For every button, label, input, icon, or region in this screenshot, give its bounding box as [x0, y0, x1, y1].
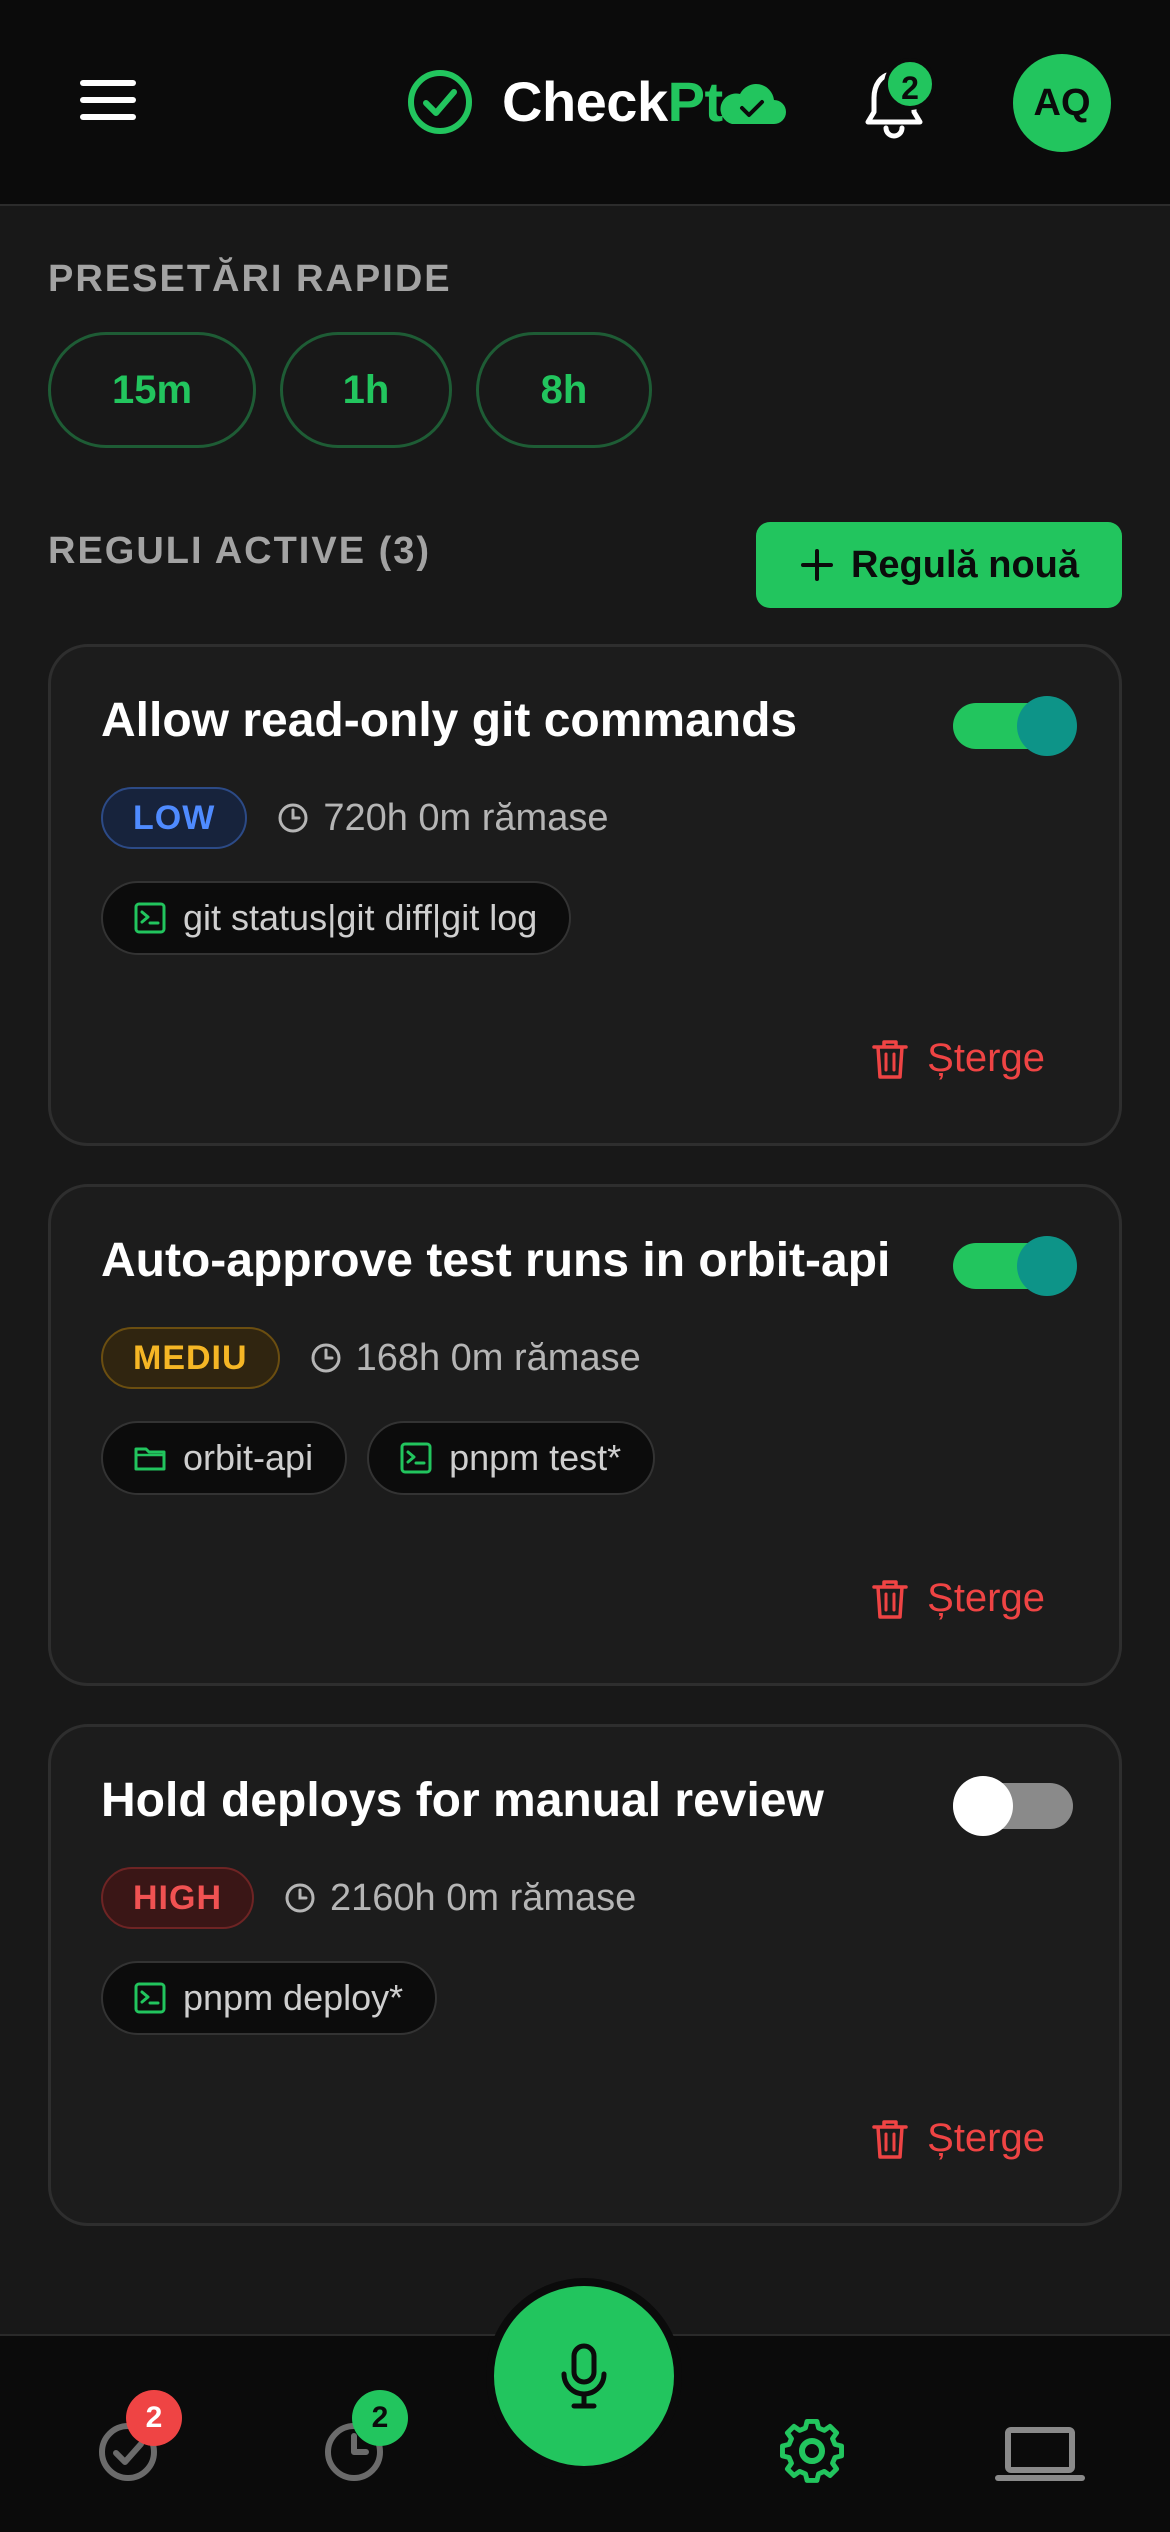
remaining-text: 168h 0m rămase: [355, 1336, 641, 1379]
rule-card: Auto-approve test runs in orbit-api MEDI…: [48, 1184, 1122, 1686]
chip-text: git status|git diff|git log: [183, 897, 538, 938]
rule-chips: pnpm deploy*: [101, 1961, 438, 2035]
delete-button[interactable]: Șterge: [871, 1576, 1045, 1621]
rule-chips: orbit-api pnpm test*: [101, 1421, 656, 1495]
delete-button[interactable]: Șterge: [871, 1036, 1045, 1081]
delete-label: Șterge: [927, 1576, 1045, 1620]
rule-toggle[interactable]: [953, 696, 1077, 756]
rule-card: Allow read-only git commands LOW 720h 0m…: [48, 644, 1122, 1146]
history-badge: 2: [352, 2390, 408, 2446]
nav-settings[interactable]: [762, 2396, 862, 2496]
rule-remaining: 720h 0m rămase: [277, 797, 608, 840]
rule-title: Allow read-only git commands: [101, 694, 798, 747]
chip-text: orbit-api: [183, 1437, 314, 1478]
app-screen: CheckPt 2 AQ PRESETĂRI RAPIDE 15m 1h 8h …: [0, 0, 1170, 2532]
rule-card: Hold deploys for manual review HIGH 2160…: [48, 1724, 1122, 2226]
terminal-icon: [134, 902, 166, 934]
preset-button-1h[interactable]: 1h: [280, 332, 452, 448]
logo-check-icon: [408, 70, 472, 134]
logo-text-accent: Pt: [667, 70, 724, 133]
folder-chip: orbit-api: [101, 1421, 348, 1495]
severity-badge: MEDIU: [101, 1327, 280, 1389]
new-rule-button[interactable]: Regulă nouă: [756, 522, 1122, 608]
trash-icon: [872, 2119, 908, 2159]
folder-icon: [134, 1447, 166, 1471]
settings-icon: [780, 2418, 844, 2483]
app-header: CheckPt 2 AQ: [0, 0, 1170, 206]
menu-icon[interactable]: [80, 80, 136, 124]
clock-icon: [285, 1883, 315, 1913]
preset-button-8h[interactable]: 8h: [476, 332, 652, 448]
command-chip: git status|git diff|git log: [101, 881, 572, 955]
rule-chips: git status|git diff|git log: [101, 881, 572, 955]
preset-button-15m[interactable]: 15m: [48, 332, 256, 448]
new-rule-label: Regulă nouă: [850, 543, 1080, 586]
app-logo-text: CheckPt: [502, 68, 723, 136]
notification-badge: 2: [884, 58, 936, 110]
nav-devices[interactable]: [990, 2396, 1090, 2496]
delete-label: Șterge: [927, 1036, 1045, 1080]
preset-list: 15m 1h 8h: [48, 332, 652, 448]
approvals-badge: 2: [126, 2390, 182, 2446]
nav-history[interactable]: 2: [306, 2390, 408, 2496]
active-rules-title: REGULI ACTIVE (3): [48, 530, 432, 572]
nav-approvals[interactable]: 2: [80, 2390, 182, 2496]
severity-badge: HIGH: [101, 1867, 254, 1929]
chip-text: pnpm test*: [449, 1437, 622, 1478]
presets-section-title: PRESETĂRI RAPIDE: [48, 258, 452, 300]
rule-toggle[interactable]: [953, 1236, 1077, 1296]
trash-icon: [872, 1579, 908, 1619]
logo-text-main: Check: [502, 70, 668, 133]
clock-icon: [278, 803, 308, 833]
rule-title: Auto-approve test runs in orbit-api: [101, 1234, 891, 1287]
delete-button[interactable]: Șterge: [871, 2116, 1045, 2161]
avatar[interactable]: AQ: [1013, 54, 1111, 152]
rule-toggle[interactable]: [953, 1776, 1073, 1836]
rule-remaining: 168h 0m rămase: [310, 1337, 641, 1380]
trash-icon: [872, 1039, 908, 1079]
command-chip: pnpm test*: [367, 1421, 656, 1495]
rule-title: Hold deploys for manual review: [101, 1774, 824, 1827]
terminal-icon: [134, 1982, 166, 2014]
rule-meta: LOW 720h 0m rămase: [101, 787, 608, 849]
plus-icon: [800, 549, 833, 581]
remaining-text: 2160h 0m rămase: [330, 1876, 637, 1919]
delete-label: Șterge: [927, 2116, 1045, 2160]
chip-text: pnpm deploy*: [183, 1977, 404, 2018]
rule-meta: MEDIU 168h 0m rămase: [101, 1327, 641, 1389]
rule-remaining: 2160h 0m rămase: [284, 1877, 636, 1920]
severity-badge: LOW: [101, 787, 248, 849]
clock-icon: [311, 1343, 341, 1373]
cloud-check-icon: [720, 84, 786, 124]
microphone-button[interactable]: [486, 2278, 682, 2474]
remaining-text: 720h 0m rămase: [323, 796, 609, 839]
laptop-icon: [995, 2427, 1085, 2481]
rule-meta: HIGH 2160h 0m rămase: [101, 1867, 636, 1929]
terminal-icon: [400, 1442, 432, 1474]
command-chip: pnpm deploy*: [101, 1961, 438, 2035]
microphone-icon: [561, 2343, 607, 2409]
